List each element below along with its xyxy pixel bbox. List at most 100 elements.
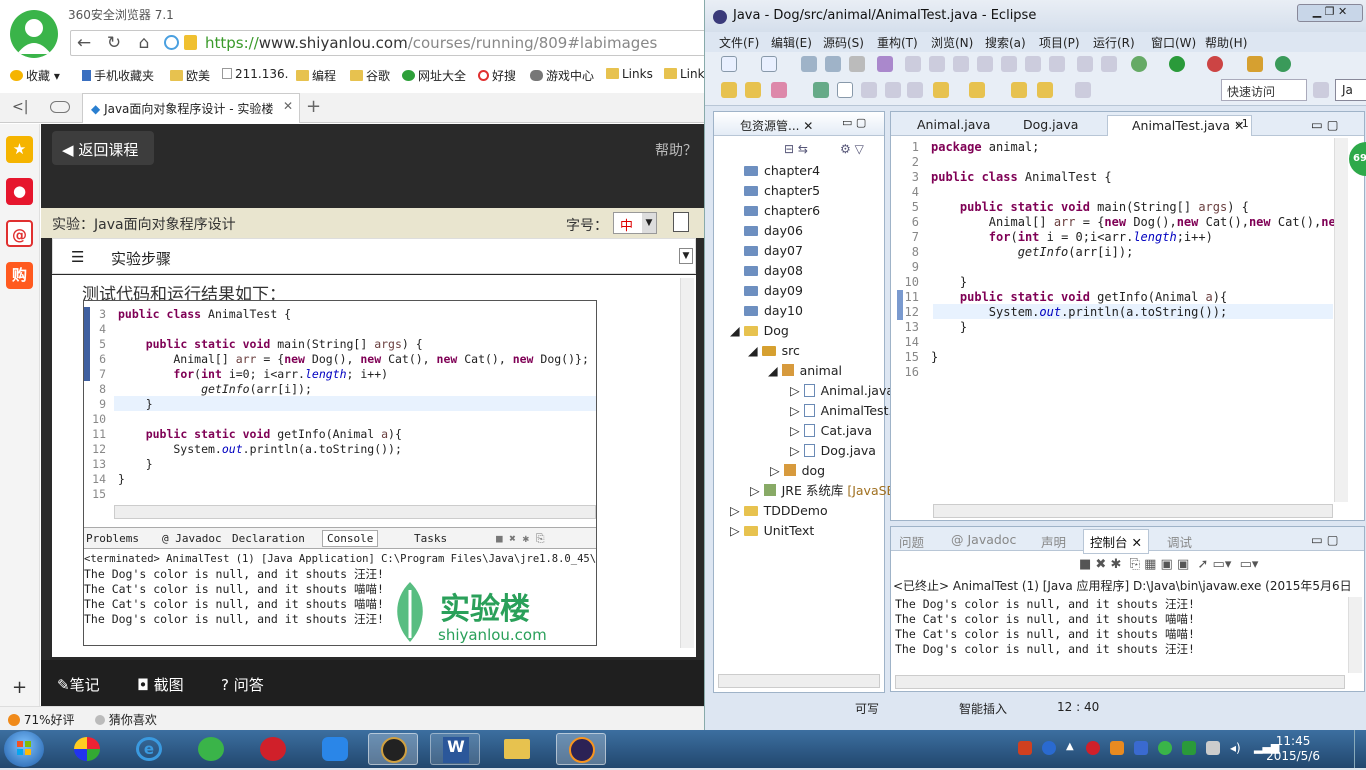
suspend-icon[interactable] [929,56,945,72]
console-toolbar-icons[interactable]: ■ ✖ ✱ ⎘ [496,532,545,546]
last-edit-location-icon[interactable] [1011,82,1027,98]
guess-item[interactable]: 猜你喜欢 [95,711,157,728]
menu-navigate[interactable]: 浏览(N) [931,34,973,51]
step-into-icon[interactable] [1001,56,1017,72]
menu-project[interactable]: 项目(P) [1039,34,1080,51]
back-to-course-button[interactable]: ◀ 返回课程 [52,131,154,165]
content-scrollbar[interactable] [680,278,694,648]
bookmark-folder[interactable]: 谷歌 [350,67,390,84]
next-annotation-icon[interactable] [933,82,949,98]
toggle-mark-occurrences-icon[interactable] [837,82,853,98]
tray-s-icon[interactable] [1018,741,1032,755]
tree-item[interactable]: day09 [744,282,803,300]
menu-help[interactable]: 帮助(H) [1205,34,1247,51]
run-icon[interactable] [1169,56,1185,72]
tree-item[interactable]: day08 [744,262,803,280]
tab-declaration[interactable]: 声明 [1041,532,1066,551]
tree-item-project[interactable]: ◢ Dog [730,322,789,340]
menu-refactor[interactable]: 重构(T) [877,34,918,51]
tree-item-jre[interactable]: ▷ JRE 系统库 [JavaSE [750,482,894,500]
tray-ime-icon[interactable] [1110,741,1124,755]
console-toolbar-icons[interactable]: ■ ✖ ✱ ⎘ ▦ ▣ ▣ ➚ ▭▾ ▭▾ [1079,557,1258,572]
bookmark-folder[interactable]: Link [664,67,704,81]
horizontal-scrollbar[interactable] [718,674,880,688]
taskbar-app-icon[interactable] [368,733,418,765]
step-over-icon[interactable] [1025,56,1041,72]
tree-item-package[interactable]: ▷ dog [770,462,825,480]
save-icon[interactable] [801,56,817,72]
tree-item-file[interactable]: ▷ AnimalTest. [790,402,892,420]
open-perspective-icon[interactable] [1313,82,1329,98]
tab-tasks[interactable]: Tasks [414,532,447,545]
tray-help-icon[interactable] [1042,741,1056,755]
horizontal-scrollbar[interactable] [933,504,1333,518]
tray-shield-icon[interactable] [1182,741,1196,755]
tree-item[interactable]: chapter4 [744,162,820,180]
tray-volume-icon[interactable]: ◂) [1230,741,1244,755]
forward-icon[interactable] [1075,82,1091,98]
add-sidebar-icon[interactable]: + [12,677,27,698]
bookmark-search[interactable]: 好搜 [478,67,516,84]
menu-file[interactable]: 文件(F) [719,34,759,51]
tree-item-src[interactable]: ◢ src [748,342,800,360]
font-size-select[interactable]: 中 ▼ [613,212,657,234]
taskbar-eclipse-icon[interactable] [556,733,606,765]
close-tab-icon[interactable]: ✕ [283,99,293,113]
bookmark-mobile[interactable]: 手机收藏夹 [82,67,154,84]
more-tabs-button[interactable]: »1 [1231,115,1255,136]
bookmark-folder[interactable]: 欧美 [170,67,210,84]
open-folder-icon[interactable] [745,82,761,98]
taskbar-browser-icon[interactable] [186,733,236,765]
document-icon[interactable] [673,212,689,232]
tree-item[interactable]: day06 [744,222,803,240]
tree-item-file[interactable]: ▷ Dog.java [790,442,876,460]
show-desktop-button[interactable] [1354,730,1366,768]
new-tab-icon[interactable]: + [306,96,321,117]
vertical-scrollbar[interactable] [1348,597,1362,673]
disconnect-icon[interactable] [977,56,993,72]
new-icon[interactable] [721,56,737,72]
drop-frame-icon[interactable] [1077,56,1093,72]
tray-device-icon[interactable] [1206,741,1220,755]
menu-source[interactable]: 源码(S) [823,34,864,51]
step-return-icon[interactable] [1049,56,1065,72]
back-arrow-icon[interactable]: ← [73,32,95,54]
tab-animal-java[interactable]: Animal.java [893,115,996,136]
bookmark-folder[interactable]: 编程 [296,67,336,84]
start-button[interactable] [4,731,44,767]
taskbar-edit-icon[interactable] [310,733,360,765]
rating-item[interactable]: 71%好评 [8,711,75,728]
debug-icon[interactable] [1131,56,1147,72]
tab-debug[interactable]: 调试 [1167,532,1192,551]
external-tools-icon[interactable] [1207,56,1223,72]
weibo-icon[interactable]: ● [6,178,33,205]
open-task-icon[interactable] [771,82,787,98]
tab-declaration[interactable]: Declaration [232,532,305,545]
tray-music-icon[interactable] [1086,741,1100,755]
view-controls[interactable]: ▭ ▢ [842,116,866,129]
build-icon[interactable] [877,56,893,72]
taskbar-ie-icon[interactable]: e [124,733,174,765]
tab-javadoc[interactable]: @ Javadoc [162,532,222,545]
new-java-package-icon[interactable] [1247,56,1263,72]
tab-console[interactable]: Console [322,530,379,547]
shopping-icon[interactable]: 购 [6,262,33,289]
menu-window[interactable]: 窗口(W) [1151,34,1196,51]
tree-item-project[interactable]: ▷ TDDDemo [730,502,828,520]
favorite-star-icon[interactable]: ★ [6,136,33,163]
back-icon[interactable] [1037,82,1053,98]
tab-problems[interactable]: Problems [86,532,139,545]
steps-dropdown[interactable]: ☰ 实验步骤 ▼ [52,238,696,274]
email-icon[interactable]: @ [6,220,33,247]
print-icon[interactable] [849,56,865,72]
user-avatar[interactable] [10,10,58,58]
menu-run[interactable]: 运行(R) [1093,34,1135,51]
show-whitespace-icon[interactable] [885,82,901,98]
url-text[interactable]: https://www.shiyanlou.com/courses/runnin… [205,34,657,52]
show-source-icon[interactable] [907,82,923,98]
bookmark-portal[interactable]: 网址大全 [402,67,466,84]
bookmark-page[interactable]: 211.136. [222,67,288,81]
save-all-icon[interactable] [825,56,841,72]
tab-console[interactable]: 控制台 ✕ [1083,529,1149,554]
home-icon[interactable]: ⌂ [133,32,155,54]
